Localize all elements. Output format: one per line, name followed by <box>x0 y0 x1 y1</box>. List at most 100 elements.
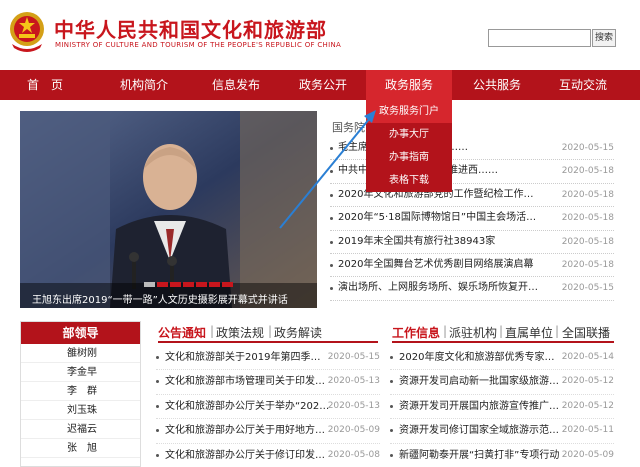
gov-services-dropdown: 政务服务门户 办事大厅 办事指南 表格下载 <box>366 100 452 192</box>
work-info-title[interactable]: 资源开发司修订国家全域旅游示范区验…… <box>399 419 564 442</box>
notice-date: 2020-05-15 <box>327 352 380 362</box>
list-item[interactable]: 新疆阿勒泰开展“扫黄打非”专项行动 2020-05-09 <box>390 444 614 467</box>
work-info-title[interactable]: 2020年度文化和旅游部优秀专家推荐…… <box>399 346 564 369</box>
notice-title[interactable]: 文化和旅游部办公厅关于修订印发《国…… <box>165 444 330 467</box>
leaders-heading[interactable]: 部领导 <box>21 322 140 344</box>
leader-name[interactable]: 李金早 <box>21 363 140 382</box>
bullet-icon <box>390 356 393 359</box>
tab-separator: | <box>443 324 448 338</box>
site-title[interactable]: 中华人民共和国文化和旅游部 <box>54 14 327 43</box>
slider-dot[interactable] <box>222 282 233 287</box>
slider-caption[interactable]: 王旭东出席2019“一带一路”人文历史摄影展开幕式并讲话 <box>32 291 288 306</box>
featured-photo-slider[interactable]: 王旭东出席2019“一带一路”人文历史摄影展开幕式并讲话 <box>20 111 317 308</box>
news-date: 2020-05-15 <box>561 283 614 294</box>
news-date: 2020-05-18 <box>561 259 614 270</box>
leader-name[interactable]: 迟福云 <box>21 420 140 439</box>
notice-title[interactable]: 文化和旅游部办公厅关于举办“2020…… <box>165 395 330 418</box>
news-title[interactable]: 演出场所、上网服务场所、娱乐场所恢复开放…… <box>338 277 543 299</box>
slider-dot[interactable] <box>183 282 194 287</box>
news-title[interactable]: 2020年全国舞台艺术优秀剧目网络展演启幕 <box>338 254 543 276</box>
tab-regulations[interactable]: 政策法规 <box>216 324 264 341</box>
list-item[interactable]: 文化和旅游部市场管理司关于印发《剧……2020-05-13 <box>156 370 380 395</box>
bullet-icon <box>390 429 393 433</box>
work-info-title[interactable]: 新疆阿勒泰开展“扫黄打非”专项行动 <box>399 444 564 467</box>
list-item[interactable]: 演出场所、上网服务场所、娱乐场所恢复开放…… 2020-05-15 <box>330 277 614 301</box>
notice-title[interactable]: 文化和旅游部办公厅关于用好地方政府…… <box>165 419 330 442</box>
news-title[interactable]: 2020年“5·18国际博物馆日”中国主会场活动…… <box>338 207 543 229</box>
bullet-icon <box>390 453 393 457</box>
nav-gov-services[interactable]: 政务服务 <box>366 70 452 100</box>
news-date: 2020-05-18 <box>561 166 614 177</box>
list-item[interactable]: 2020年度文化和旅游部优秀专家推荐……2020-05-14 <box>390 346 614 371</box>
leader-name[interactable]: 刘玉珠 <box>21 401 140 420</box>
notice-date: 2020-05-13 <box>327 400 380 411</box>
tab-separator: | <box>499 324 504 338</box>
nav-gov-info[interactable]: 政务公开 <box>292 70 354 100</box>
notice-list: 文化和旅游部关于2019年第四季度全……2020-05-15 文化和旅游部市场管… <box>156 346 380 467</box>
slider-indicators <box>144 272 235 287</box>
tab-work-info[interactable]: 工作信息 <box>392 324 440 341</box>
list-item[interactable]: 文化和旅游部办公厅关于举办“2020…… 2020-05-13 <box>156 395 380 420</box>
list-item[interactable]: 2020年“5·18国际博物馆日”中国主会场活动…… 2020-05-18 <box>330 207 614 231</box>
notice-date: 2020-05-13 <box>327 376 380 387</box>
news-date: 2020-05-18 <box>561 236 614 247</box>
search-button[interactable]: 搜索 <box>592 29 616 47</box>
nav-news[interactable]: 信息发布 <box>204 70 268 100</box>
nav-public-services[interactable]: 公共服务 <box>466 70 528 100</box>
work-info-title[interactable]: 资源开发司启动新一批国家级旅游度假…… <box>399 370 564 393</box>
tab-notices[interactable]: 公告通知 <box>158 324 206 341</box>
national-emblem-icon[interactable] <box>8 10 46 52</box>
list-item[interactable]: 文化和旅游部关于2019年第四季度全……2020-05-15 <box>156 346 380 371</box>
tab-agencies[interactable]: 派驻机构 <box>449 324 497 341</box>
tab-affiliated-units[interactable]: 直属单位 <box>505 324 553 341</box>
work-info-date: 2020-05-12 <box>561 400 614 411</box>
news-title[interactable]: 2019年末全国共有旅行社38943家 <box>338 231 543 253</box>
slider-dot[interactable] <box>209 282 220 287</box>
work-info-date: 2020-05-14 <box>561 352 614 362</box>
list-item[interactable]: 文化和旅游部办公厅关于用好地方政府……2020-05-09 <box>156 419 380 444</box>
notice-date: 2020-05-08 <box>327 449 380 460</box>
work-info-title[interactable]: 资源开发司开展国内旅游宣传推广典型…… <box>399 395 564 418</box>
dropdown-item-forms[interactable]: 表格下载 <box>366 169 452 192</box>
notice-title[interactable]: 文化和旅游部关于2019年第四季度全…… <box>165 346 330 369</box>
list-item[interactable]: 文化和旅游部办公厅关于修订印发《国……2020-05-08 <box>156 444 380 467</box>
tab-separator: | <box>210 324 215 338</box>
tab-interpretation[interactable]: 政务解读 <box>274 324 322 341</box>
list-item[interactable]: 2020年全国舞台艺术优秀剧目网络展演启幕 2020-05-18 <box>330 254 614 278</box>
dropdown-item-portal[interactable]: 政务服务门户 <box>366 100 452 123</box>
tab-separator: | <box>268 324 273 338</box>
nav-about[interactable]: 机构简介 <box>110 70 178 100</box>
news-date: 2020-05-18 <box>561 213 614 224</box>
list-item[interactable]: 资源开发司修订国家全域旅游示范区验……2020-05-11 <box>390 419 614 444</box>
notice-tabs: 公告通知 | 政策法规 | 政务解读 <box>158 321 378 343</box>
bullet-icon <box>330 240 333 244</box>
search-input[interactable] <box>488 29 591 47</box>
slider-dot[interactable] <box>144 282 155 287</box>
leader-name[interactable]: 雒树刚 <box>21 344 140 363</box>
leader-name[interactable]: 李 群 <box>21 382 140 401</box>
dropdown-item-guide[interactable]: 办事指南 <box>366 146 452 169</box>
list-item[interactable]: 资源开发司开展国内旅游宣传推广典型……2020-05-12 <box>390 395 614 420</box>
bullet-icon <box>156 404 159 408</box>
work-info-date: 2020-05-12 <box>561 376 614 387</box>
nav-interaction[interactable]: 互动交流 <box>552 70 614 100</box>
main-nav: 首 页 机构简介 信息发布 政务公开 政务服务 公共服务 互动交流 <box>0 70 640 100</box>
notice-title[interactable]: 文化和旅游部市场管理司关于印发《剧…… <box>165 370 330 393</box>
slider-dot[interactable] <box>196 282 207 287</box>
list-item[interactable]: 资源开发司启动新一批国家级旅游度假……2020-05-12 <box>390 370 614 395</box>
bullet-icon <box>156 380 159 384</box>
slider-dot[interactable] <box>170 282 181 287</box>
leader-name[interactable]: 张 旭 <box>21 439 140 458</box>
dropdown-item-service-hall[interactable]: 办事大厅 <box>366 123 452 146</box>
leaders-panel: 部领导 雒树刚 李金早 李 群 刘玉珠 迟福云 张 旭 <box>20 321 141 467</box>
tab-national-broadcast[interactable]: 全国联播 <box>562 324 610 341</box>
list-item[interactable]: 2019年末全国共有旅行社38943家 2020-05-18 <box>330 231 614 254</box>
work-info-tabs: 工作信息 | 派驻机构 | 直属单位 | 全国联播 <box>392 321 614 343</box>
notice-date: 2020-05-09 <box>327 425 380 436</box>
bullet-icon <box>330 287 333 291</box>
slider-dot[interactable] <box>157 282 168 287</box>
nav-home[interactable]: 首 页 <box>20 70 70 100</box>
bullet-icon <box>330 263 333 267</box>
bullet-icon <box>330 217 333 221</box>
bullet-icon <box>156 453 159 457</box>
